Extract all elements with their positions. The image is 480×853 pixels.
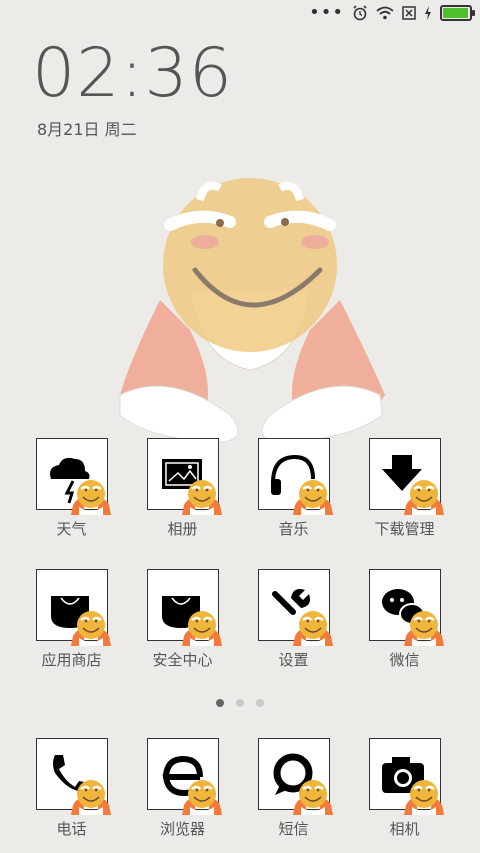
app-message[interactable]: 短信	[238, 738, 349, 839]
app-tile[interactable]	[35, 438, 111, 515]
app-tile[interactable]	[146, 569, 222, 646]
app-headphones[interactable]: 音乐	[238, 438, 349, 539]
clock-time[interactable]: 02:36	[32, 34, 233, 113]
battery-fill	[443, 8, 468, 18]
app-label: 下载管理	[374, 520, 435, 538]
mascot-badge-icon	[181, 480, 222, 515]
mascot-badge-icon	[181, 611, 222, 646]
page-indicator[interactable]	[0, 699, 480, 707]
app-tile[interactable]	[368, 569, 444, 646]
no-sim-icon	[402, 6, 416, 20]
app-label: 电话	[56, 820, 87, 838]
clock-date[interactable]: 8月21日 周二	[37, 116, 137, 140]
page-dot-2[interactable]	[236, 699, 244, 707]
app-tile[interactable]	[35, 738, 111, 815]
page-dot-3[interactable]	[256, 699, 264, 707]
mascot-badge-icon	[70, 780, 111, 815]
app-browser[interactable]: 浏览器	[127, 738, 238, 839]
app-wrench[interactable]: 设置	[238, 569, 349, 670]
app-label: 微信	[389, 651, 420, 669]
app-label: 短信	[278, 820, 309, 838]
wallpaper-character	[119, 178, 385, 443]
app-label: 设置	[278, 651, 309, 669]
mascot-badge-icon	[292, 780, 333, 815]
app-phone[interactable]: 电话	[16, 738, 127, 839]
mascot-badge-icon	[292, 611, 333, 646]
status-bar: •••	[0, 0, 480, 28]
app-wechat[interactable]: 微信	[349, 569, 460, 670]
more-notifications-icon: •••	[309, 2, 344, 23]
app-camera[interactable]: 相机	[349, 738, 460, 839]
app-label: 浏览器	[159, 820, 205, 838]
app-label: 应用商店	[41, 651, 102, 669]
app-download[interactable]: 下载管理	[349, 438, 460, 539]
alarm-icon	[353, 5, 367, 21]
battery-icon	[440, 5, 475, 21]
app-tile[interactable]	[257, 738, 333, 815]
app-weather[interactable]: 天气	[16, 438, 127, 539]
app-security[interactable]: 安全中心	[127, 569, 238, 670]
app-tile[interactable]	[146, 738, 222, 815]
app-label: 相册	[167, 520, 198, 538]
mascot-badge-icon	[403, 480, 444, 515]
page-dot-1[interactable]	[216, 699, 224, 707]
app-tile[interactable]	[257, 438, 333, 515]
app-tile[interactable]	[368, 438, 444, 515]
mascot-badge-icon	[70, 611, 111, 646]
app-tile[interactable]	[35, 569, 111, 646]
app-tile[interactable]	[257, 569, 333, 646]
app-label: 相机	[389, 820, 420, 838]
mascot-badge-icon	[292, 480, 333, 515]
app-label: 安全中心	[152, 651, 213, 669]
app-label: 天气	[56, 520, 87, 538]
app-tile[interactable]	[146, 438, 222, 515]
mascot-badge-icon	[403, 780, 444, 815]
app-app-store[interactable]: 应用商店	[16, 569, 127, 670]
mascot-badge-icon	[70, 480, 111, 515]
mascot-badge-icon	[403, 611, 444, 646]
wifi-icon	[376, 6, 394, 20]
mascot-badge-icon	[181, 780, 222, 815]
app-gallery[interactable]: 相册	[127, 438, 238, 539]
app-tile[interactable]	[368, 738, 444, 815]
app-label: 音乐	[278, 520, 309, 538]
charging-icon	[425, 6, 431, 20]
